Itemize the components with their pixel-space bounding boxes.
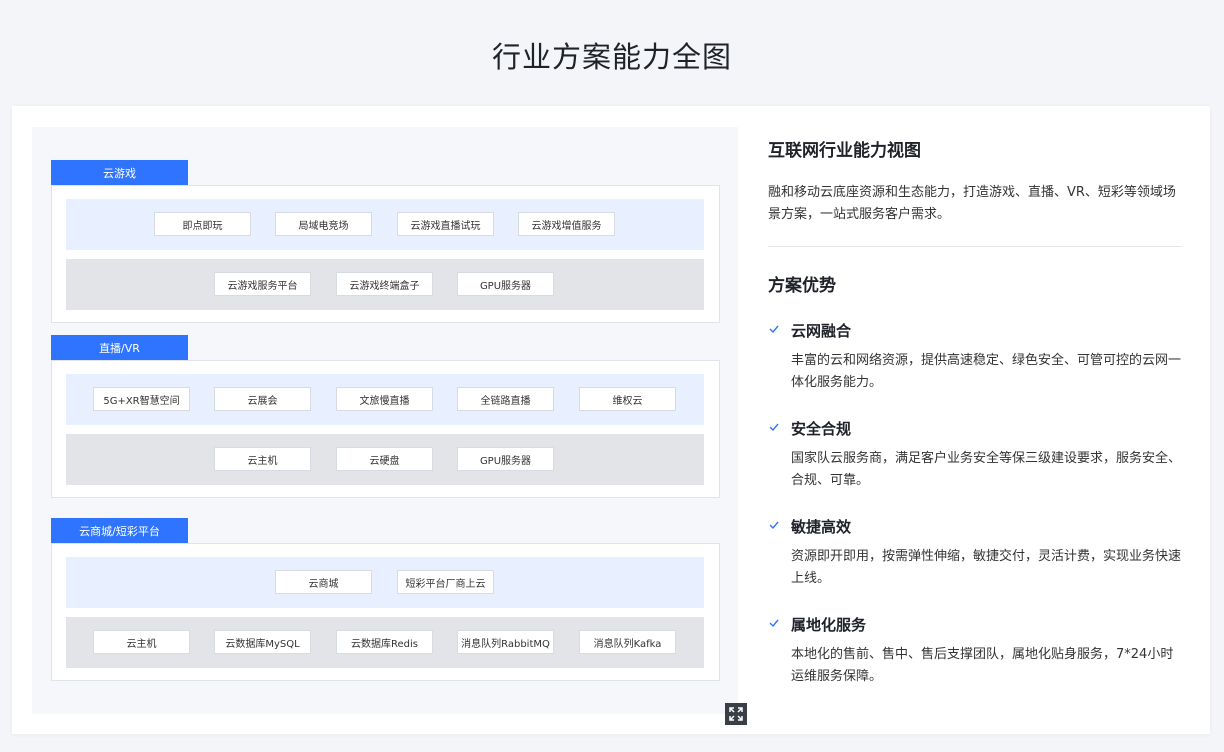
scenario-chip: 云商城 — [275, 570, 372, 594]
check-icon — [769, 423, 779, 432]
scenario-chip: 即点即玩 — [154, 212, 251, 236]
scenario-chip: 云游戏直播试玩 — [397, 212, 494, 236]
section-tab-cloud-gaming: 云游戏 — [51, 160, 188, 185]
product-chip: 云主机 — [214, 447, 311, 471]
info-intro: 融和移动云底座资源和生态能力，打造游戏、直播、VR、短彩等领域场景方案，一站式服… — [768, 185, 1176, 222]
scenario-row: 即点即玩 局域电竞场 云游戏直播试玩 云游戏增值服务 — [66, 199, 704, 250]
advantage-desc: 资源即开即用，按需弹性伸缩，敏捷交付，灵活计费，实现业务快速上线。 — [791, 549, 1182, 586]
product-chip: 消息队列RabbitMQ — [457, 630, 554, 654]
advantage-item: 属地化服务 本地化的售前、售中、售后支撑团队，属地化贴身服务，7*24小时运维服… — [768, 614, 1182, 688]
advantages-title: 方案优势 — [768, 276, 836, 296]
check-icon — [769, 521, 779, 530]
info-title: 互联网行业能力视图 — [768, 141, 921, 161]
capability-diagram: 云游戏 即点即玩 局域电竞场 云游戏直播试玩 云游戏增值服务 云游戏服务平台 云… — [32, 127, 747, 725]
scenario-chip: 局域电竞场 — [275, 212, 372, 236]
scenario-chip: 文旅慢直播 — [336, 387, 433, 411]
section-tab-live-vr: 直播/VR — [51, 335, 188, 360]
scenario-chip: 全链路直播 — [457, 387, 554, 411]
advantage-name: 安全合规 — [791, 420, 852, 438]
scenario-row: 云商城 短彩平台厂商上云 — [66, 557, 704, 608]
section-box-live-vr: 5G+XR智慧空间 云展会 文旅慢直播 全链路直播 维权云 云主机 云硬盘 GP… — [51, 360, 720, 498]
page-title: 行业方案能力全图 — [491, 40, 732, 74]
capability-card: 云游戏 即点即玩 局域电竞场 云游戏直播试玩 云游戏增值服务 云游戏服务平台 云… — [12, 106, 1210, 734]
check-icon — [769, 325, 779, 334]
advantage-desc: 国家队云服务商，满足客户业务安全等保三级建设要求，服务安全、合规、可靠。 — [791, 451, 1182, 488]
advantage-item: 敏捷高效 资源即开即用，按需弹性伸缩，敏捷交付，灵活计费，实现业务快速上线。 — [768, 516, 1182, 590]
section-box-cloud-gaming: 即点即玩 局域电竞场 云游戏直播试玩 云游戏增值服务 云游戏服务平台 云游戏终端… — [51, 185, 720, 323]
scenario-row: 5G+XR智慧空间 云展会 文旅慢直播 全链路直播 维权云 — [66, 374, 704, 425]
scenario-chip: 维权云 — [579, 387, 676, 411]
scenario-chip: 云游戏增值服务 — [518, 212, 615, 236]
product-chip: 云硬盘 — [336, 447, 433, 471]
product-chip: 云数据库MySQL — [214, 630, 311, 654]
advantage-desc: 本地化的售前、售中、售后支撑团队，属地化贴身服务，7*24小时运维服务保障。 — [791, 647, 1174, 684]
product-chip: GPU服务器 — [457, 447, 554, 471]
advantage-desc: 丰富的云和网络资源，提供高速稳定、绿色安全、可管可控的云网一体化服务能力。 — [791, 353, 1182, 390]
product-chip: 消息队列Kafka — [579, 630, 676, 654]
expand-icon — [729, 707, 743, 721]
product-row: 云游戏服务平台 云游戏终端盒子 GPU服务器 — [66, 259, 704, 310]
product-chip: 云游戏服务平台 — [214, 272, 311, 296]
product-chip: 云游戏终端盒子 — [336, 272, 433, 296]
expand-button[interactable] — [725, 703, 747, 725]
advantage-name: 云网融合 — [791, 322, 852, 340]
product-row: 云主机 云数据库MySQL 云数据库Redis 消息队列RabbitMQ 消息队… — [66, 617, 704, 668]
scenario-chip: 短彩平台厂商上云 — [397, 570, 494, 594]
section-box-cloud-mall: 云商城 短彩平台厂商上云 云主机 云数据库MySQL 云数据库Redis 消息队… — [51, 543, 720, 681]
product-chip: GPU服务器 — [457, 272, 554, 296]
product-chip: 云主机 — [93, 630, 190, 654]
advantage-item: 云网融合 丰富的云和网络资源，提供高速稳定、绿色安全、可管可控的云网一体化服务能… — [768, 320, 1182, 394]
advantage-name: 属地化服务 — [791, 616, 867, 634]
advantage-name: 敏捷高效 — [791, 518, 852, 536]
product-chip: 云数据库Redis — [336, 630, 433, 654]
divider — [768, 246, 1182, 247]
check-icon — [769, 619, 779, 628]
info-panel: 互联网行业能力视图 融和移动云底座资源和生态能力，打造游戏、直播、VR、短彩等领… — [768, 136, 1182, 688]
advantage-item: 安全合规 国家队云服务商，满足客户业务安全等保三级建设要求，服务安全、合规、可靠… — [768, 418, 1182, 492]
section-tab-cloud-mall: 云商城/短彩平台 — [51, 518, 188, 543]
scenario-chip: 云展会 — [214, 387, 311, 411]
scenario-chip: 5G+XR智慧空间 — [93, 387, 190, 411]
product-row: 云主机 云硬盘 GPU服务器 — [66, 434, 704, 485]
